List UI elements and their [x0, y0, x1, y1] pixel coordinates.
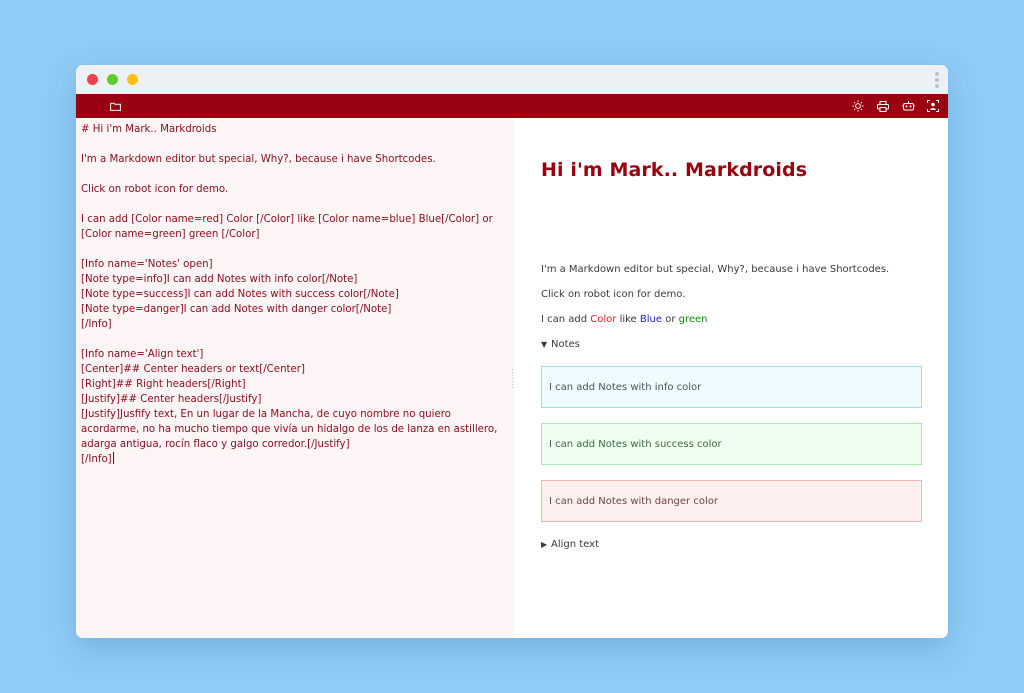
notes-summary-label: Notes [551, 339, 580, 350]
color-line-prefix: I can add [541, 314, 591, 325]
folder-icon[interactable] [107, 98, 123, 114]
align-text-summary-label: Align text [551, 539, 599, 550]
editor-line: [Center]## Center headers or text[/Cente… [81, 364, 305, 375]
notes-summary[interactable]: ▼ Notes [541, 339, 580, 350]
markdown-editor[interactable]: # Hi i'm Mark.. Markdroids I'm a Markdown… [76, 118, 514, 638]
toolbar [76, 94, 948, 118]
editor-line: [/Info] [81, 319, 112, 330]
editor-line: [Info name='Notes' open] [81, 259, 213, 270]
preview-heading: Hi i'm Mark.. Markdroids [541, 159, 808, 181]
sun-icon[interactable] [850, 98, 866, 114]
expanded-triangle-icon: ▼ [541, 340, 548, 349]
blue-colored-text: Blue [639, 314, 663, 325]
editor-line: I'm a Markdown editor but special, Why?,… [81, 154, 436, 165]
align-text-summary[interactable]: ▶ Align text [541, 539, 599, 550]
note-danger-text: I can add Notes with danger color [549, 495, 718, 507]
more-options-icon[interactable] [934, 71, 940, 89]
minimize-window-button[interactable] [107, 74, 118, 85]
title-bar [76, 65, 948, 95]
preview-pane: Hi i'm Mark.. Markdroids I'm a Markdown … [514, 118, 948, 638]
editor-line: [Note type=info]I can add Notes with inf… [81, 274, 358, 285]
editor-line: [/Info] [81, 452, 114, 465]
printer-icon[interactable] [875, 98, 891, 114]
editor-line: [Note type=success]I can add Notes with … [81, 289, 399, 300]
editor-line: [Info name='Align text'] [81, 349, 204, 360]
text-cursor [112, 452, 114, 464]
color-line-like: like [616, 314, 640, 325]
collapsed-triangle-icon: ▶ [541, 540, 548, 549]
note-success-text: I can add Notes with success color [549, 438, 722, 450]
user-icon[interactable] [925, 98, 941, 114]
preview-demo-hint: Click on robot icon for demo. [541, 289, 686, 300]
red-colored-text: Color [590, 314, 617, 325]
editor-line: Click on robot icon for demo. [81, 184, 229, 195]
app-window: # Hi i'm Mark.. Markdroids I'm a Markdown… [76, 65, 948, 638]
note-info-text: I can add Notes with info color [549, 381, 702, 393]
note-info: I can add Notes with info color [541, 366, 922, 408]
green-colored-text: green [678, 314, 708, 325]
note-success: I can add Notes with success color [541, 423, 922, 465]
editor-line: [Note type=danger]I can add Notes with d… [81, 304, 392, 315]
editor-line: [Justify]## Center headers[/Justify] [81, 394, 262, 405]
preview-color-line: I can add Color like Blue or green [541, 314, 708, 325]
editor-line: [Right]## Right headers[/Right] [81, 379, 246, 390]
editor-line: I can add [Color name=red] Color [/Color… [81, 214, 497, 240]
editor-line: [Justify]Jusfify text, En un lugar de la… [81, 409, 501, 450]
editor-line: # Hi i'm Mark.. Markdroids [81, 124, 217, 135]
maximize-window-button[interactable] [127, 74, 138, 85]
color-line-or: or [662, 314, 679, 325]
robot-icon[interactable] [900, 98, 916, 114]
preview-intro: I'm a Markdown editor but special, Why?,… [541, 264, 890, 275]
note-danger: I can add Notes with danger color [541, 480, 922, 522]
close-window-button[interactable] [87, 74, 98, 85]
